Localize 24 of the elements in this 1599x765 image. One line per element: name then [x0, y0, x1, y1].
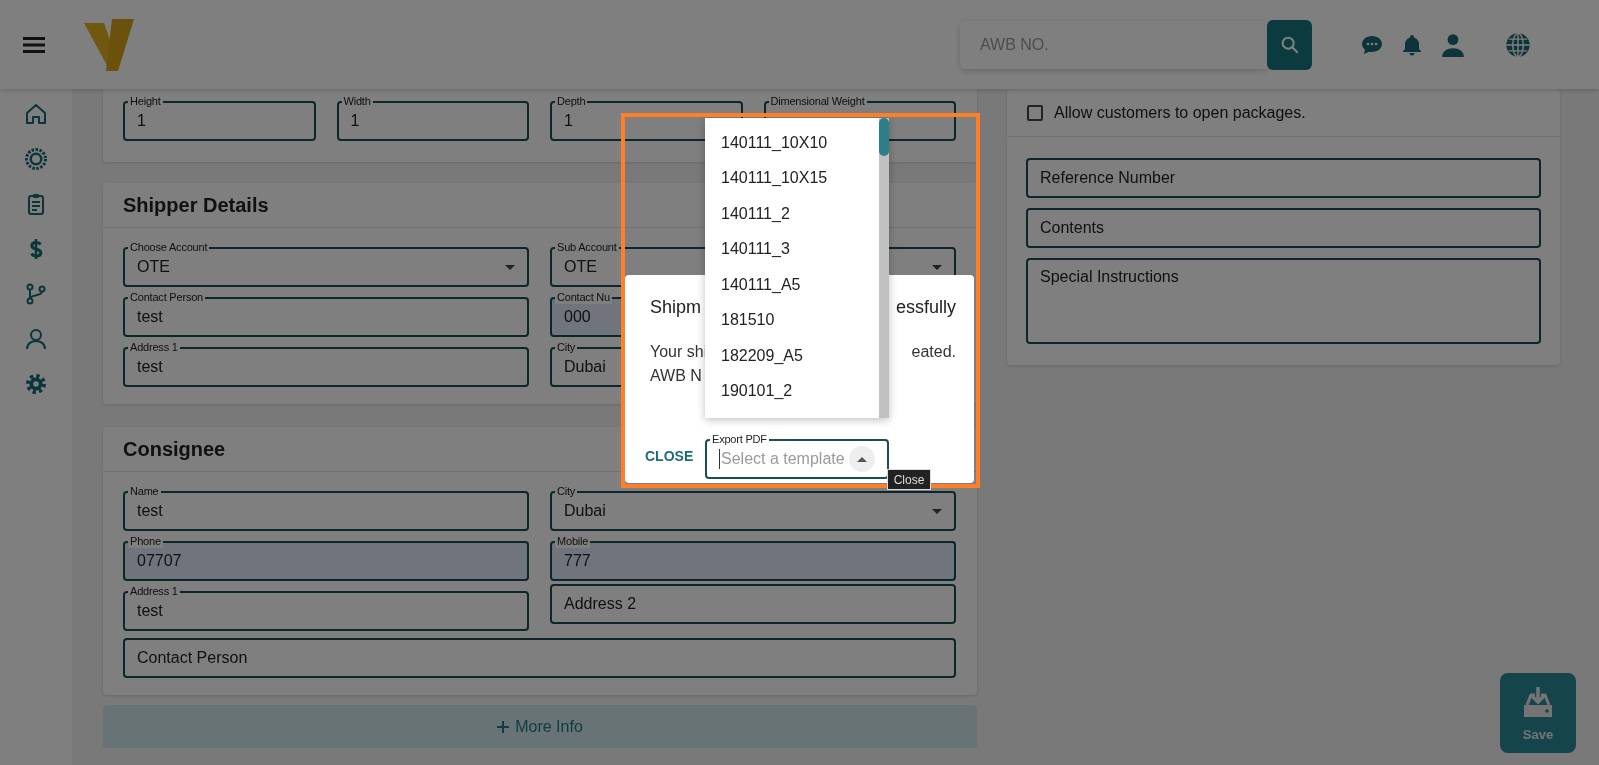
- dialog-message: eated.: [911, 342, 956, 362]
- field-label: Height: [128, 94, 163, 108]
- field-label: Name: [128, 484, 161, 498]
- section-title: Consignee: [123, 437, 226, 461]
- dialog-title: Shipm: [650, 296, 702, 319]
- field-label: Width: [341, 94, 373, 108]
- field-label: Depth: [555, 94, 588, 108]
- field-label: Contact Nu: [555, 290, 613, 304]
- field-label: Choose Account: [128, 240, 210, 254]
- field-label: Dimensional Weight: [768, 94, 867, 108]
- field-label: Export PDF: [710, 432, 769, 446]
- field-label: Address 1: [128, 584, 180, 598]
- field-label: City: [555, 484, 578, 498]
- field-label: Address 1: [128, 340, 180, 354]
- field-label: Mobile: [555, 534, 591, 548]
- field-label: City: [555, 340, 578, 354]
- section-title: Shipper Details: [123, 193, 269, 217]
- tooltip: Close: [887, 469, 931, 490]
- checkbox-label: Allow customers to open packages.: [1054, 103, 1306, 122]
- field-label: Sub Account: [555, 240, 619, 254]
- dialog-message: AWB N: [650, 366, 702, 386]
- field-label: Contact Person: [128, 290, 206, 304]
- field-label: Phone: [128, 534, 163, 548]
- dialog-title: essfully: [895, 296, 956, 319]
